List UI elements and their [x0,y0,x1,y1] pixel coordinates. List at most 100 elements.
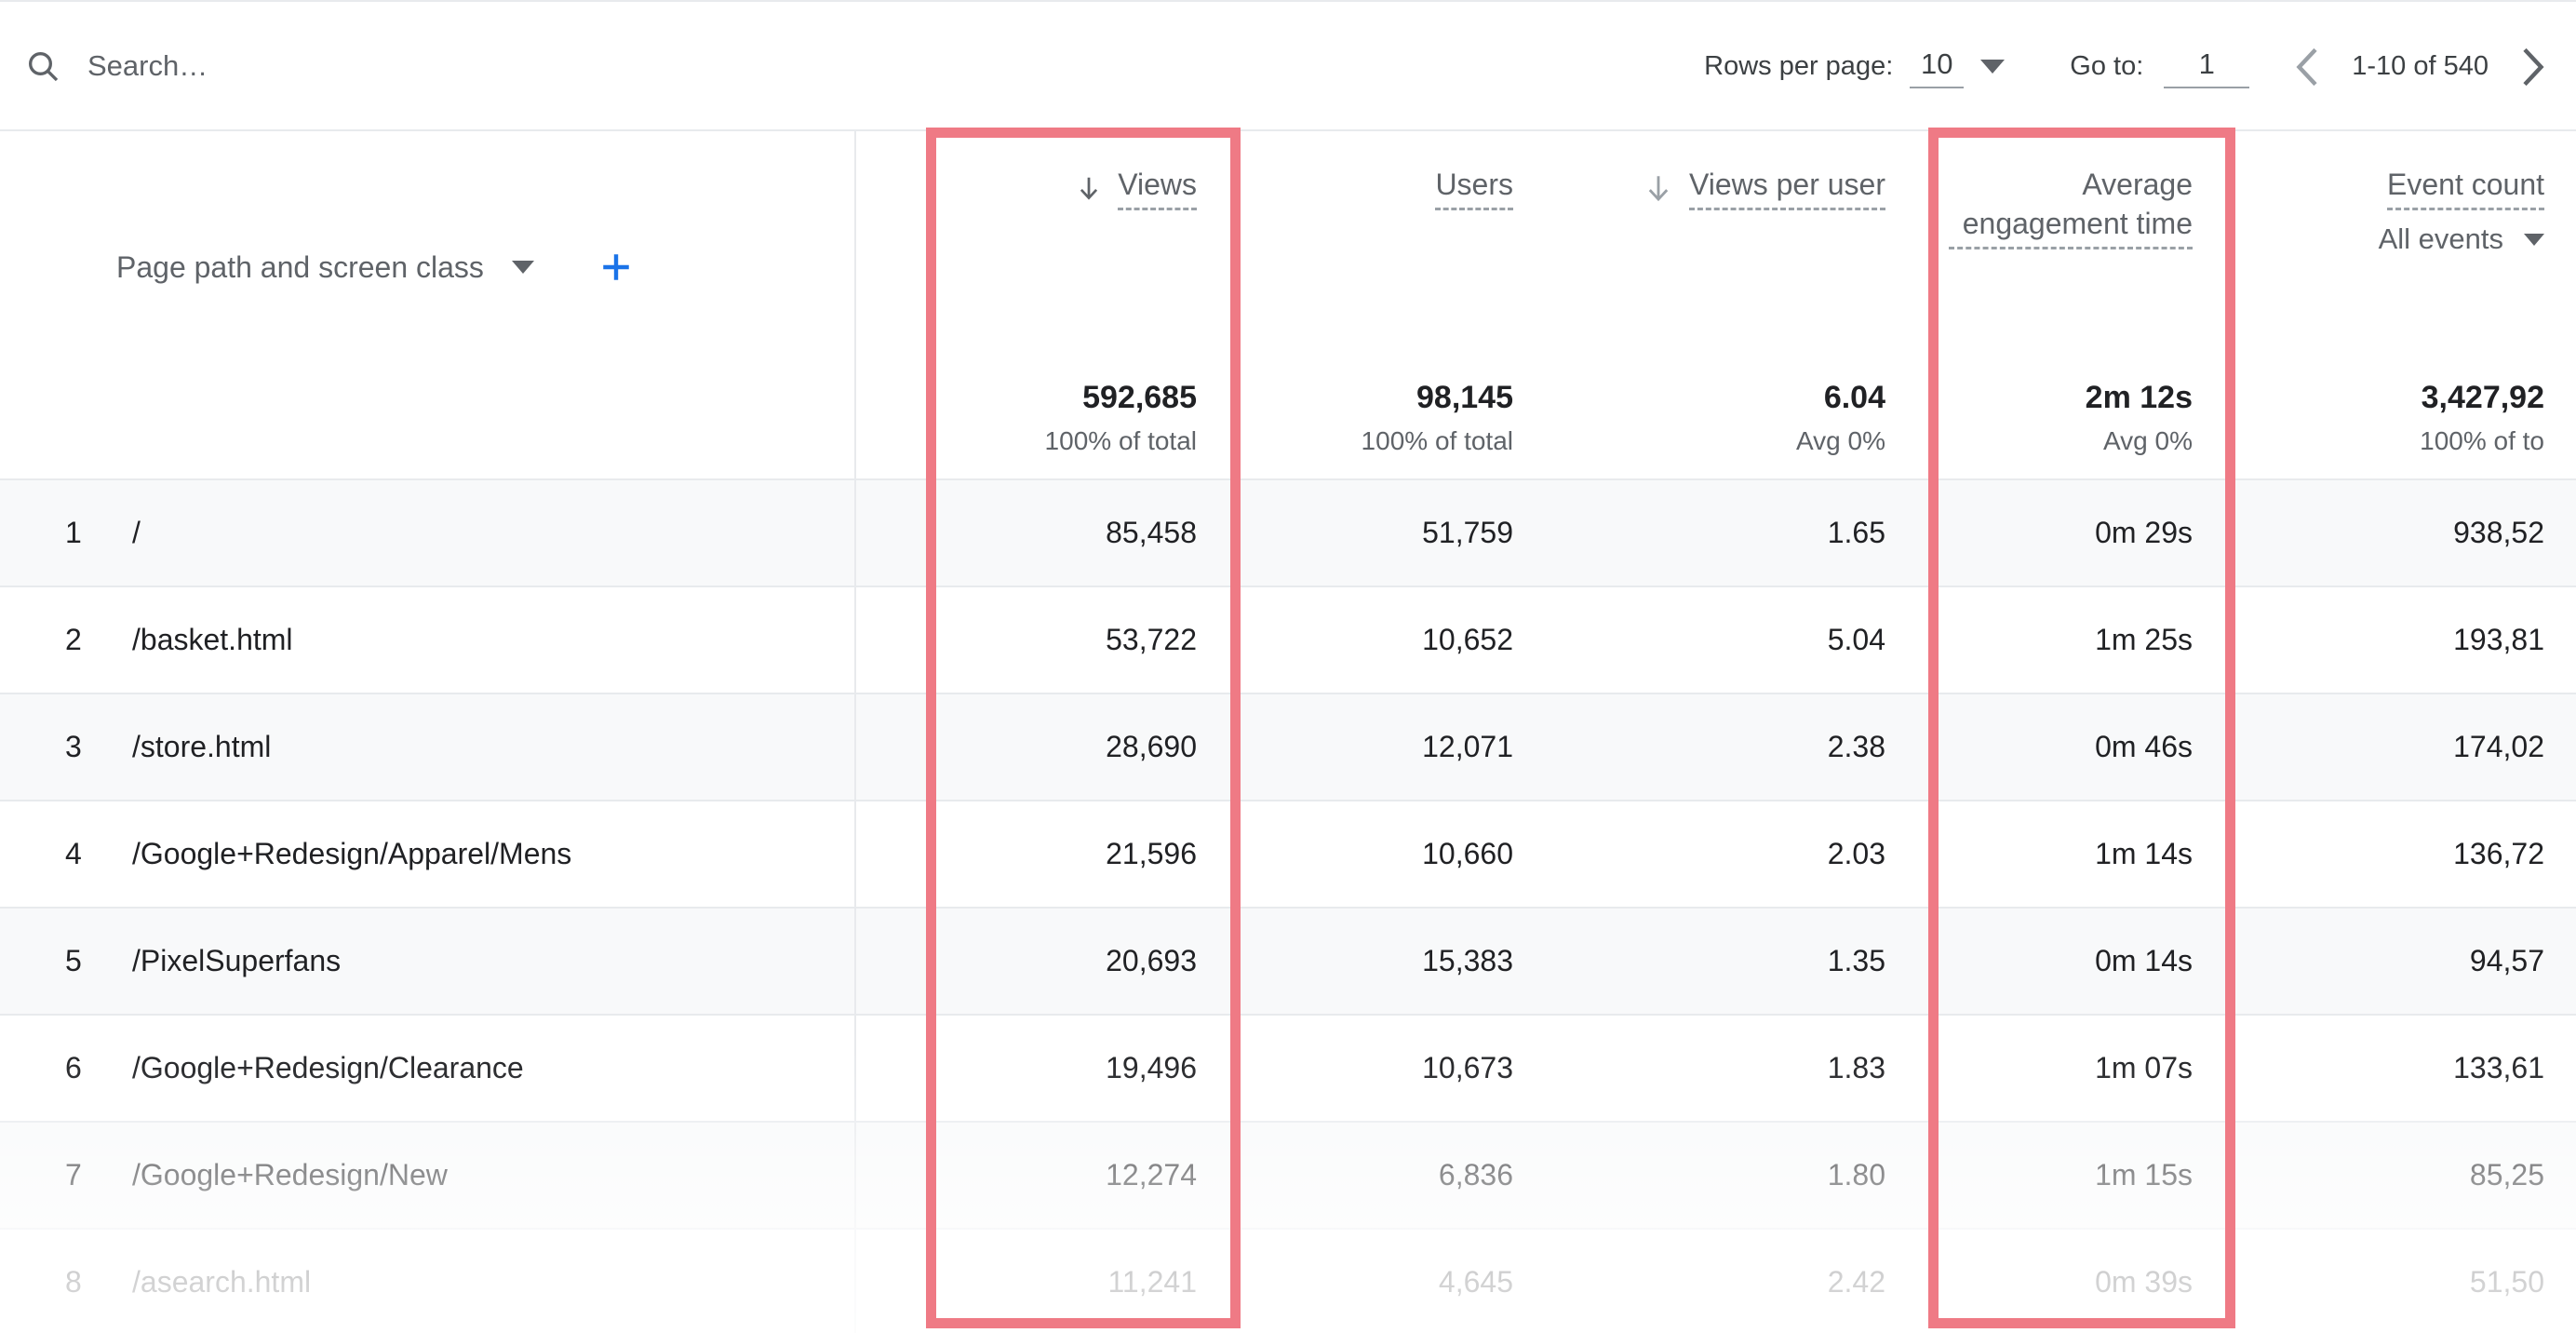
total-value: 6.04 [1823,380,1885,415]
row-rank: 6 [65,1051,82,1084]
table-row[interactable]: 7/Google+Redesign/New 12,274 6,836 1.80 1m 1… [0,1123,2576,1230]
row-views-per-user-cell: 2.38 [1827,730,1885,763]
row-views-per-user-cell: 1.80 [1827,1158,1885,1192]
row-avg-engagement-time-cell: 1m 14s [2095,837,2193,870]
row-path[interactable]: / [132,516,141,550]
row-rank: 8 [65,1265,82,1299]
row-users-cell: 15,383 [1422,944,1513,977]
row-dimension-cell: 1/ [0,480,856,586]
page-nav: 1-10 of 540 [2283,41,2557,93]
column-header-users[interactable]: Users [1228,131,1545,369]
search-input[interactable] [87,43,664,88]
chevron-left-icon[interactable] [2283,41,2335,93]
total-value: 2m 12s [2085,380,2193,415]
search-icon [24,47,61,85]
row-path[interactable]: /asearch.html [132,1265,311,1299]
row-views-per-user-cell: 1.65 [1827,516,1885,549]
row-rank: 7 [65,1158,82,1192]
total-subtext: 100% of total [1361,426,1513,455]
table-row[interactable]: 8/asearch.html 11,241 4,645 2.42 0m 39s 51,50 [0,1230,2576,1333]
event-filter-label: All events [2378,222,2503,255]
page-range-text: 1-10 of 540 [2352,51,2489,81]
row-path[interactable]: /Google+Redesign/Apparel/Mens [132,837,571,871]
row-path[interactable]: /basket.html [132,623,293,657]
search-box[interactable] [24,2,664,129]
table-row[interactable]: 3/store.html 28,690 12,071 2.38 0m 46s 174,02 [0,694,2576,801]
row-users-cell: 10,652 [1422,623,1513,656]
report-table-panel: Rows per page: 10 Go to: [0,0,2576,1333]
row-avg-engagement-time-cell: 0m 14s [2095,944,2193,977]
arrow-down-icon [1075,170,1103,206]
column-header-avg-engagement-time[interactable]: Average engagement time [1917,131,2224,369]
arrow-down-icon [1643,168,1674,209]
chevron-right-icon[interactable] [2505,41,2557,93]
row-users-cell: 10,660 [1422,837,1513,870]
column-header-label: Views [1118,165,1197,210]
totals-avg-engagement-time: 2m 12s Avg 0% [1917,369,2224,478]
totals-dimension-cell [0,369,856,478]
row-event-count-cell: 94,57 [2469,944,2544,977]
row-rank: 4 [65,837,82,870]
row-path[interactable]: /Google+Redesign/Clearance [132,1051,524,1085]
row-path[interactable]: /store.html [132,730,271,764]
column-header-label: Views per user [1688,165,1885,210]
chevron-down-icon[interactable] [1980,60,2006,74]
table-row[interactable]: 4/Google+Redesign/Apparel/Mens 21,596 10,6… [0,801,2576,909]
table-row[interactable]: 1/85,458 51,759 1.65 0m 29s 938,52 [0,480,2576,587]
row-event-count-cell: 938,52 [2453,516,2544,549]
totals-views-per-user: 6.04 Avg 0% [1545,369,1917,478]
total-subtext: 100% of total [1044,426,1197,455]
total-value: 98,145 [1416,380,1513,415]
row-dimension-cell: 6/Google+Redesign/Clearance [0,1016,856,1121]
table-row[interactable]: 6/Google+Redesign/Clearance 19,496 10,673 1… [0,1016,2576,1123]
table-toolbar: Rows per page: 10 Go to: [0,0,2576,129]
row-avg-engagement-time-cell: 1m 15s [2095,1158,2193,1192]
row-dimension-cell: 4/Google+Redesign/Apparel/Mens [0,801,856,907]
rows-per-page-value-box[interactable]: 10 [1910,46,1965,88]
event-filter-select[interactable]: All events [2379,220,2544,259]
column-header-label: Average engagement time [1949,165,2193,249]
rows-per-page-underline [1910,86,1965,88]
row-dimension-cell: 8/asearch.html [0,1230,856,1333]
column-header-views[interactable]: Views [856,131,1228,369]
goto-label: Go to: [2070,51,2144,81]
row-event-count-cell: 193,81 [2453,623,2544,656]
row-avg-engagement-time-cell: 0m 39s [2095,1265,2193,1299]
row-avg-engagement-time-cell: 0m 29s [2095,516,2193,549]
total-subtext: Avg 0% [1796,426,1885,455]
row-views-cell: 21,596 [1106,837,1197,870]
row-rank: 3 [65,730,82,763]
chevron-down-icon[interactable] [2524,233,2544,246]
row-event-count-cell: 174,02 [2453,730,2544,763]
goto-page-input[interactable] [2164,45,2250,83]
row-users-cell: 4,645 [1438,1265,1513,1299]
row-event-count-cell: 85,25 [2469,1158,2544,1192]
row-views-per-user-cell: 1.83 [1827,1051,1885,1084]
table-row[interactable]: 5/PixelSuperfans 20,693 15,383 1.35 0m 14s 94… [0,909,2576,1016]
total-subtext: 100% of to [2420,426,2544,455]
column-header-views-per-user[interactable]: Views per user [1545,131,1917,369]
goto-page-control[interactable]: Go to: [2070,45,2250,88]
rows-per-page-label: Rows per page: [1704,51,1894,81]
chevron-down-icon[interactable] [511,260,534,274]
data-table: Page path and screen class Views Users V… [0,129,2576,1333]
table-totals-row: 592,685 100% of total 98,145 100% of tot… [0,369,2576,480]
row-users-cell: 6,836 [1438,1158,1513,1192]
row-users-cell: 10,673 [1422,1051,1513,1084]
goto-input-box[interactable] [2164,45,2250,88]
row-views-per-user-cell: 2.42 [1827,1265,1885,1299]
row-path[interactable]: /Google+Redesign/New [132,1158,448,1192]
row-views-per-user-cell: 2.03 [1827,837,1885,870]
row-path[interactable]: /PixelSuperfans [132,944,341,978]
table-row[interactable]: 2/basket.html 53,722 10,652 5.04 1m 25s 193,8… [0,587,2576,694]
plus-icon[interactable] [562,247,637,288]
column-header-event-count[interactable]: Event count All events [2224,131,2576,369]
rows-per-page-control[interactable]: Rows per page: 10 [1704,46,2006,88]
dimension-selector[interactable]: Page path and screen class [0,131,854,369]
row-views-cell: 11,241 [1107,1265,1198,1299]
goto-underline [2164,86,2250,88]
totals-views: 592,685 100% of total [856,369,1228,478]
total-value: 592,685 [1082,380,1197,415]
row-dimension-cell: 7/Google+Redesign/New [0,1123,856,1228]
row-users-cell: 51,759 [1422,516,1513,549]
